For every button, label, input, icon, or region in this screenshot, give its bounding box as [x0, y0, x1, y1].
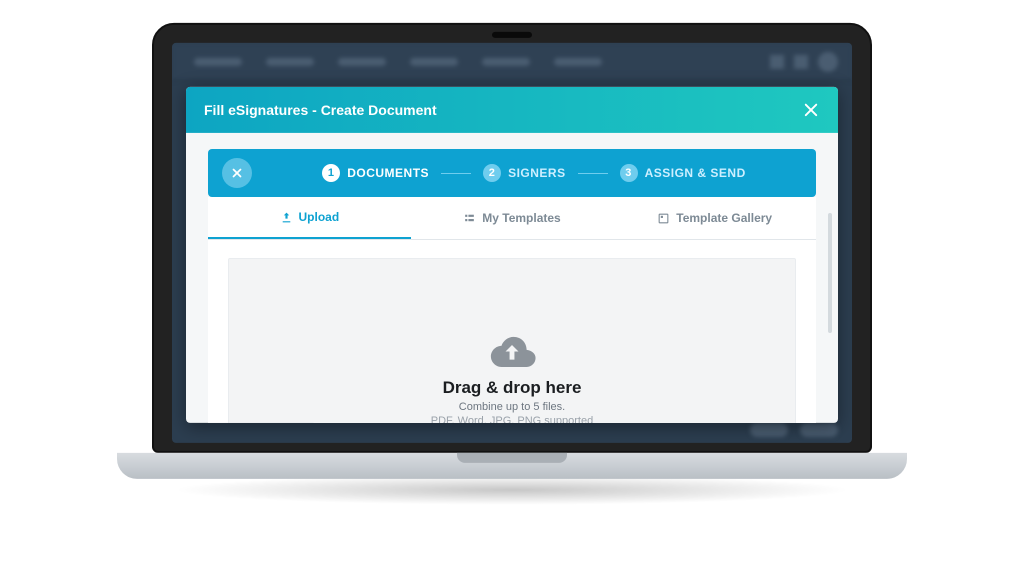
- stepper-close-button[interactable]: [222, 158, 252, 188]
- list-icon: [463, 211, 476, 224]
- screen: Fill eSignatures - Create Document: [172, 43, 852, 443]
- dropzone-subline: Combine up to 5 files.: [459, 401, 565, 413]
- tab-template-gallery[interactable]: Template Gallery: [613, 197, 816, 239]
- steps-container: 1 DOCUMENTS 2 SIGNERS 3 ASSIGN: [252, 164, 816, 182]
- step-divider: [441, 172, 471, 173]
- background-footer: [750, 423, 838, 437]
- laptop-mockup: Fill eSignatures - Create Document: [152, 23, 872, 505]
- step-number-3: 3: [620, 164, 638, 182]
- source-tabs: Upload My Templates Templa: [208, 197, 816, 240]
- tab-upload[interactable]: Upload: [208, 197, 411, 239]
- dropzone-headline: Drag & drop here: [443, 378, 582, 398]
- camera-notch: [492, 32, 532, 38]
- file-dropzone[interactable]: Drag & drop here Combine up to 5 files. …: [228, 258, 796, 423]
- tab-template-gallery-label: Template Gallery: [676, 211, 772, 225]
- step-documents[interactable]: 1 DOCUMENTS: [322, 164, 429, 182]
- laptop-shadow: [172, 475, 852, 505]
- tab-upload-label: Upload: [299, 210, 340, 224]
- tab-my-templates[interactable]: My Templates: [411, 197, 614, 239]
- step-label-documents: DOCUMENTS: [347, 166, 429, 180]
- modal-header: Fill eSignatures - Create Document: [186, 87, 838, 133]
- step-assign-send[interactable]: 3 ASSIGN & SEND: [620, 164, 746, 182]
- upload-icon: [280, 210, 293, 223]
- dropzone-formats: PDF, Word, JPG, PNG supported: [431, 415, 593, 423]
- create-document-modal: Fill eSignatures - Create Document: [186, 87, 838, 423]
- modal-title: Fill eSignatures - Create Document: [204, 102, 437, 118]
- close-icon[interactable]: [802, 101, 820, 119]
- step-label-assign-send: ASSIGN & SEND: [645, 166, 746, 180]
- laptop-base: [117, 453, 907, 479]
- gallery-icon: [657, 211, 670, 224]
- step-divider: [578, 172, 608, 173]
- tab-my-templates-label: My Templates: [482, 211, 560, 225]
- progress-stepper: 1 DOCUMENTS 2 SIGNERS 3 ASSIGN: [208, 149, 816, 197]
- step-label-signers: SIGNERS: [508, 166, 566, 180]
- step-signers[interactable]: 2 SIGNERS: [483, 164, 566, 182]
- dropzone-container: Drag & drop here Combine up to 5 files. …: [208, 240, 816, 423]
- step-number-2: 2: [483, 164, 501, 182]
- background-nav: [172, 43, 852, 81]
- screen-bezel: Fill eSignatures - Create Document: [152, 23, 872, 453]
- cloud-upload-icon: [486, 332, 538, 372]
- modal-body: 1 DOCUMENTS 2 SIGNERS 3 ASSIGN: [186, 133, 838, 423]
- step-number-1: 1: [322, 164, 340, 182]
